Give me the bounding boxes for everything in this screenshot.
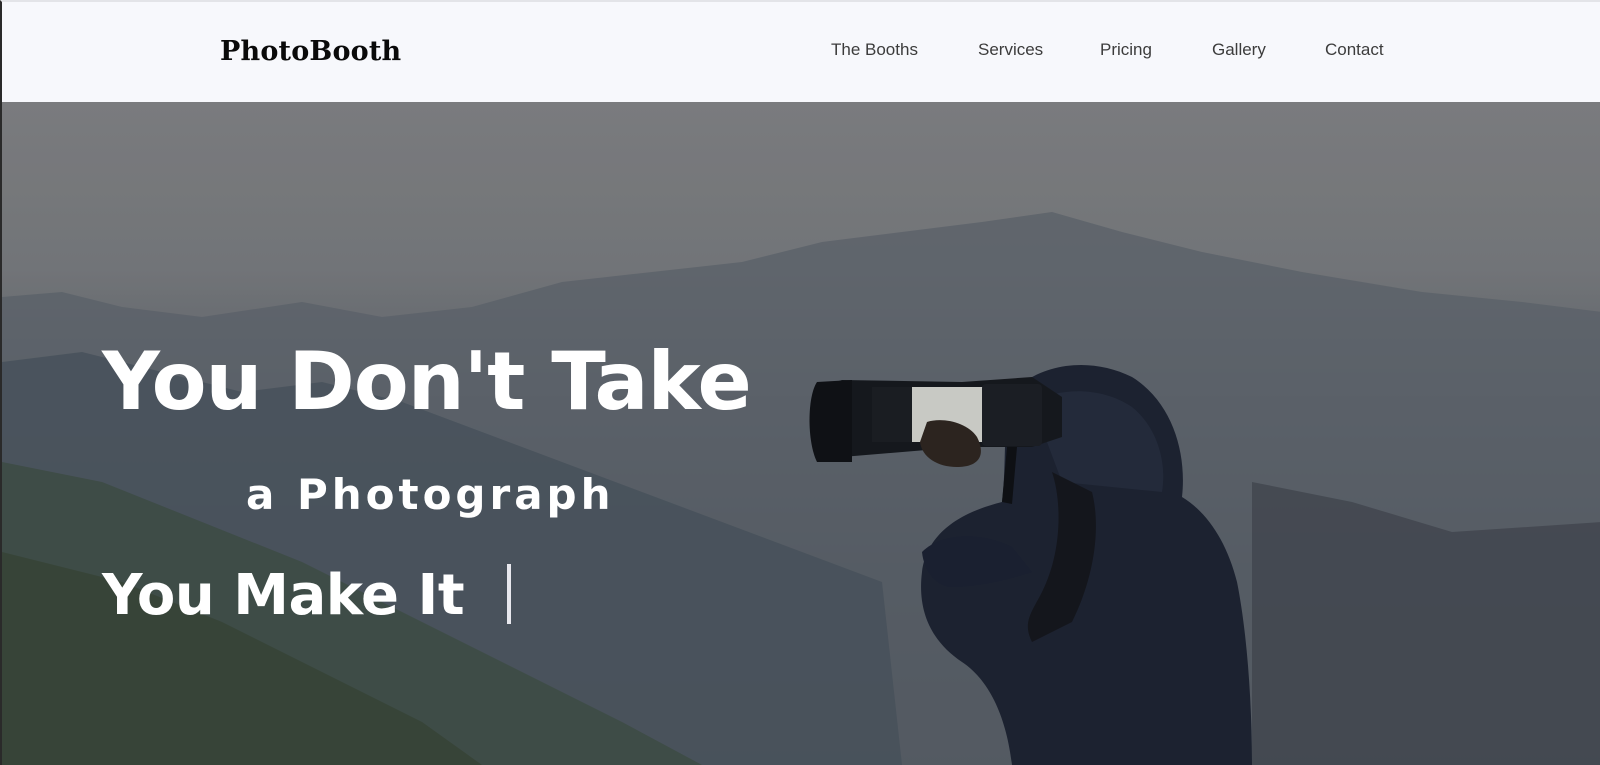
nav-link-the-booths[interactable]: The Booths	[831, 40, 918, 60]
hero-section: You Don't Take a Photograph You Make It	[0, 102, 1600, 765]
nav-link-contact[interactable]: Contact	[1325, 40, 1384, 60]
nav-link-pricing[interactable]: Pricing	[1100, 40, 1152, 60]
hero-headline: You Don't Take	[102, 335, 752, 428]
navbar: PhotoBooth The Booths Services Pricing G…	[0, 0, 1600, 102]
hero-background-photo	[2, 102, 1600, 765]
nav-link-services[interactable]: Services	[978, 40, 1043, 60]
hero-typed-text: You Make It	[102, 563, 465, 628]
hero-subline: a Photograph	[246, 470, 615, 519]
typing-cursor	[507, 564, 511, 624]
nav-links: The Booths Services Pricing Gallery Cont…	[2, 40, 1600, 64]
nav-link-gallery[interactable]: Gallery	[1212, 40, 1266, 60]
